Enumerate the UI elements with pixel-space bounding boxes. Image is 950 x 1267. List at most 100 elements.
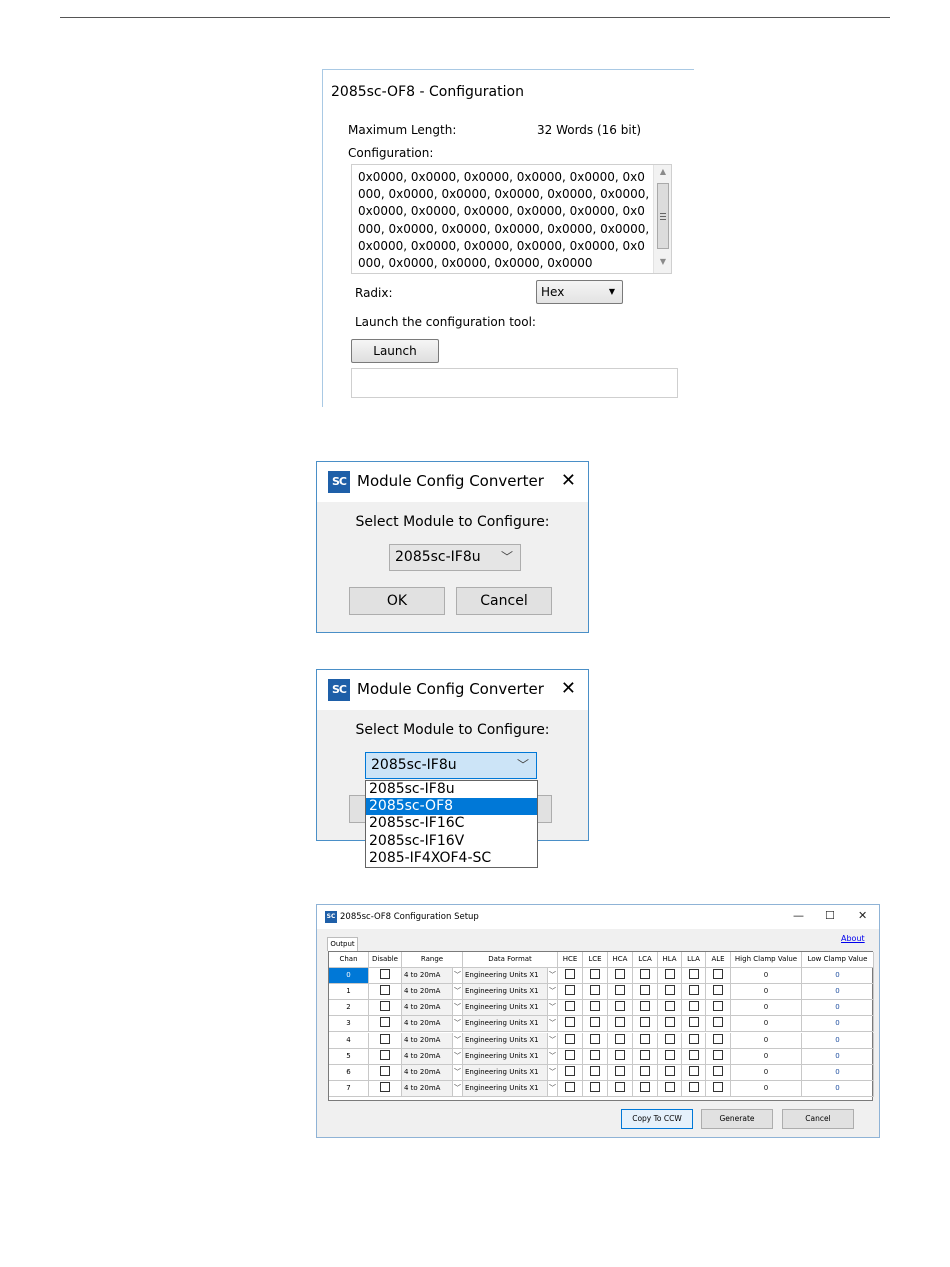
- lce-cell[interactable]: [583, 1080, 608, 1097]
- ale-checkbox[interactable]: [713, 1017, 723, 1028]
- hca-cell[interactable]: [608, 1000, 633, 1017]
- hla-cell[interactable]: [658, 1016, 682, 1033]
- disable-cell[interactable]: [369, 1064, 402, 1081]
- lla-cell[interactable]: [682, 1048, 706, 1065]
- chan-cell[interactable]: 4: [329, 1032, 369, 1049]
- ale-checkbox[interactable]: [713, 985, 723, 996]
- range-dropdown[interactable]: 4 to 20mA ﹀: [402, 1000, 463, 1017]
- lca-checkbox[interactable]: [640, 1049, 650, 1060]
- hce-cell[interactable]: [558, 968, 583, 985]
- lla-cell[interactable]: [682, 968, 706, 985]
- dropdown-option-selected[interactable]: 2085sc-OF8: [366, 798, 537, 816]
- chan-cell[interactable]: 1: [329, 984, 369, 1001]
- lla-cell[interactable]: [682, 1064, 706, 1081]
- lce-checkbox[interactable]: [590, 1065, 600, 1076]
- ale-checkbox[interactable]: [713, 1049, 723, 1060]
- lla-cell[interactable]: [682, 1016, 706, 1033]
- lce-checkbox[interactable]: [590, 985, 600, 996]
- low-clamp-value[interactable]: 0: [802, 1064, 874, 1081]
- lca-checkbox[interactable]: [640, 1017, 650, 1028]
- low-clamp-value[interactable]: 0: [802, 1032, 874, 1049]
- hce-checkbox[interactable]: [565, 1001, 575, 1012]
- high-clamp-value[interactable]: 0: [731, 1080, 802, 1097]
- data-format-dropdown[interactable]: Engineering Units X1 ﹀: [463, 1048, 558, 1065]
- scroll-down-arrow-icon[interactable]: ▼: [654, 257, 672, 266]
- cancel-button[interactable]: Cancel: [782, 1109, 854, 1129]
- range-dropdown[interactable]: 4 to 20mA ﹀: [402, 968, 463, 985]
- hca-cell[interactable]: [608, 968, 633, 985]
- disable-cell[interactable]: [369, 1048, 402, 1065]
- hce-cell[interactable]: [558, 984, 583, 1001]
- hce-cell[interactable]: [558, 1032, 583, 1049]
- range-dropdown[interactable]: 4 to 20mA ﹀: [402, 1016, 463, 1033]
- hca-checkbox[interactable]: [615, 969, 625, 980]
- lca-cell[interactable]: [633, 984, 658, 1001]
- lce-cell[interactable]: [583, 1000, 608, 1017]
- about-link[interactable]: About: [841, 934, 865, 943]
- close-icon[interactable]: ✕: [561, 678, 576, 699]
- ale-checkbox[interactable]: [713, 1033, 723, 1044]
- low-clamp-value[interactable]: 0: [802, 984, 874, 1001]
- lca-checkbox[interactable]: [640, 1081, 650, 1092]
- hla-cell[interactable]: [658, 968, 682, 985]
- data-format-dropdown[interactable]: Engineering Units X1 ﹀: [463, 1032, 558, 1049]
- ale-checkbox[interactable]: [713, 1001, 723, 1012]
- module-combobox[interactable]: 2085sc-IF8u ﹀: [389, 544, 521, 571]
- ale-cell[interactable]: [706, 1000, 731, 1017]
- hca-cell[interactable]: [608, 1080, 633, 1097]
- high-clamp-value[interactable]: 0: [731, 984, 802, 1001]
- lce-checkbox[interactable]: [590, 1033, 600, 1044]
- hla-cell[interactable]: [658, 984, 682, 1001]
- lce-cell[interactable]: [583, 968, 608, 985]
- hce-checkbox[interactable]: [565, 985, 575, 996]
- hla-checkbox[interactable]: [664, 1017, 675, 1028]
- lla-cell[interactable]: [682, 1032, 706, 1049]
- lla-checkbox[interactable]: [688, 1081, 699, 1092]
- launch-button[interactable]: Launch: [351, 339, 439, 363]
- lca-checkbox[interactable]: [640, 1001, 650, 1012]
- cancel-button[interactable]: Cancel: [456, 587, 552, 615]
- range-dropdown[interactable]: 4 to 20mA ﹀: [402, 1064, 463, 1081]
- disable-cell[interactable]: [369, 1000, 402, 1017]
- lca-cell[interactable]: [633, 1032, 658, 1049]
- low-clamp-value[interactable]: 0: [802, 1016, 874, 1033]
- hca-cell[interactable]: [608, 1016, 633, 1033]
- chan-cell[interactable]: 6: [329, 1064, 369, 1081]
- hla-checkbox[interactable]: [664, 1081, 675, 1092]
- lca-checkbox[interactable]: [640, 1065, 650, 1076]
- data-format-dropdown[interactable]: Engineering Units X1 ﹀: [463, 1016, 558, 1033]
- disable-cell[interactable]: [369, 1032, 402, 1049]
- disable-checkbox[interactable]: [380, 1081, 390, 1092]
- disable-cell[interactable]: [369, 968, 402, 985]
- dropdown-option[interactable]: 2085sc-IF16C: [366, 815, 537, 832]
- lca-cell[interactable]: [633, 1064, 658, 1081]
- hce-checkbox[interactable]: [565, 1065, 575, 1076]
- configuration-textarea[interactable]: 0x0000, 0x0000, 0x0000, 0x0000, 0x0000, …: [351, 164, 672, 274]
- ok-button[interactable]: OK: [349, 587, 445, 615]
- lla-checkbox[interactable]: [688, 1001, 699, 1012]
- maximize-icon[interactable]: ☐: [825, 909, 835, 922]
- ale-cell[interactable]: [706, 1032, 731, 1049]
- dropdown-option[interactable]: 2085-IF4XOF4-SC: [366, 850, 537, 867]
- hla-checkbox[interactable]: [664, 969, 675, 980]
- vertical-scrollbar[interactable]: ▲ ▼: [653, 165, 671, 273]
- output-field[interactable]: [351, 368, 678, 398]
- disable-cell[interactable]: [369, 1080, 402, 1097]
- lce-checkbox[interactable]: [590, 1081, 600, 1092]
- lla-checkbox[interactable]: [688, 1017, 699, 1028]
- hla-cell[interactable]: [658, 1080, 682, 1097]
- disable-checkbox[interactable]: [380, 969, 390, 980]
- lla-cell[interactable]: [682, 1080, 706, 1097]
- data-format-dropdown[interactable]: Engineering Units X1 ﹀: [463, 1000, 558, 1017]
- hla-cell[interactable]: [658, 1064, 682, 1081]
- radix-select[interactable]: Hex ▼: [536, 280, 623, 304]
- lce-checkbox[interactable]: [590, 969, 600, 980]
- hca-checkbox[interactable]: [615, 1001, 625, 1012]
- data-format-dropdown[interactable]: Engineering Units X1 ﹀: [463, 968, 558, 985]
- range-dropdown[interactable]: 4 to 20mA ﹀: [402, 1080, 463, 1097]
- lla-checkbox[interactable]: [688, 985, 699, 996]
- hce-checkbox[interactable]: [565, 1017, 575, 1028]
- lce-checkbox[interactable]: [590, 1001, 600, 1012]
- lca-checkbox[interactable]: [640, 1033, 650, 1044]
- module-combobox-open[interactable]: 2085sc-IF8u ﹀: [365, 752, 537, 779]
